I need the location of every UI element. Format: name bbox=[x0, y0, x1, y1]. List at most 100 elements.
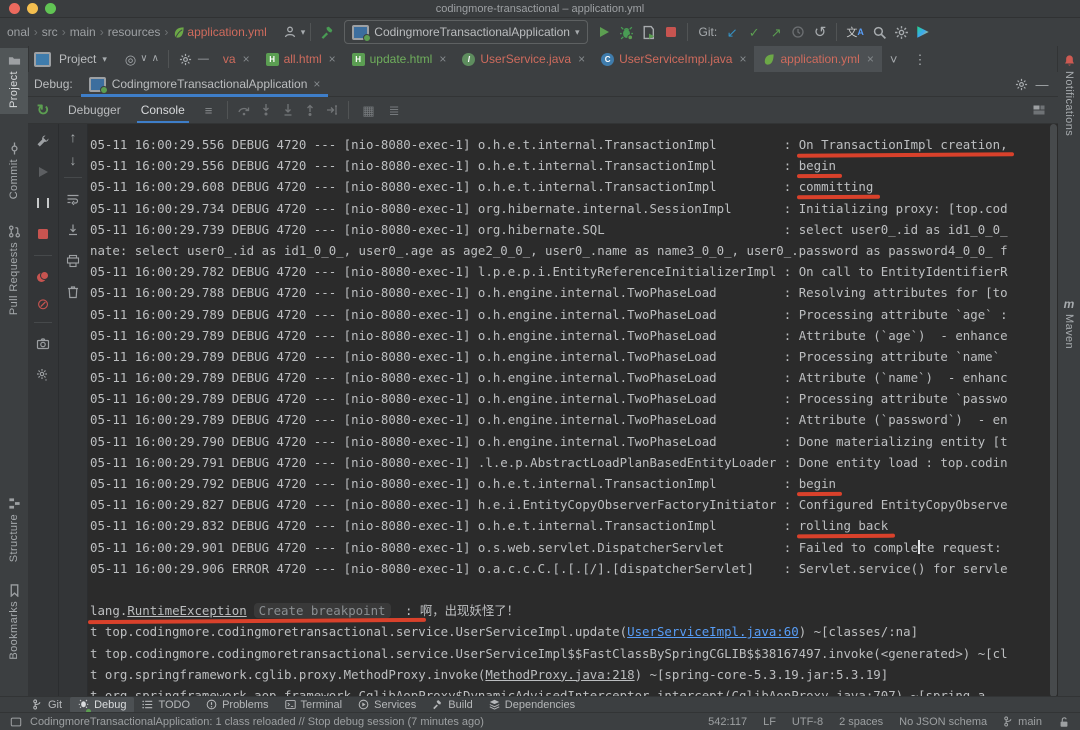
user-icon[interactable] bbox=[279, 21, 301, 43]
rollback-icon[interactable]: ↺ bbox=[809, 25, 831, 40]
close-icon[interactable]: × bbox=[739, 52, 746, 66]
tab-userservice-java[interactable]: I UserService.java × bbox=[454, 46, 593, 72]
file-encoding[interactable]: UTF-8 bbox=[792, 716, 823, 728]
toolbar-tab-problems[interactable]: Problems bbox=[198, 697, 276, 713]
force-step-into-icon[interactable] bbox=[277, 99, 299, 121]
toolbar-tab-debug[interactable]: Debug bbox=[70, 696, 135, 714]
debug-settings-gear-icon[interactable] bbox=[1010, 73, 1032, 95]
rerun-icon[interactable]: ↻ bbox=[37, 103, 50, 118]
close-icon[interactable]: × bbox=[329, 52, 336, 66]
indent-setting[interactable]: 2 spaces bbox=[839, 716, 883, 728]
stack-frame-link[interactable]: MethodProxy.java:218 bbox=[485, 667, 634, 682]
hidden-tabs-chevron[interactable]: ˅ bbox=[882, 46, 906, 72]
view-breakpoints-icon[interactable] bbox=[32, 266, 54, 288]
run-with-coverage-button[interactable] bbox=[638, 21, 660, 43]
project-panel-title[interactable]: Project bbox=[59, 52, 96, 66]
breadcrumb-file[interactable]: application.yml bbox=[187, 25, 266, 39]
git-commit-check-icon[interactable]: ✓ bbox=[743, 26, 765, 39]
breadcrumb-src[interactable]: src bbox=[42, 25, 58, 39]
search-everywhere-icon[interactable] bbox=[868, 21, 890, 43]
hide-panel-icon[interactable]: — bbox=[198, 53, 209, 65]
console-settings-icon[interactable]: ≣ bbox=[389, 104, 400, 117]
resume-program-icon[interactable] bbox=[32, 161, 54, 183]
stripe-tab-pull-requests[interactable]: Pull Requests bbox=[0, 219, 28, 321]
evaluate-expression-icon[interactable]: ▦ bbox=[362, 104, 374, 117]
toolbox-colorful-icon[interactable] bbox=[912, 21, 934, 43]
layout-settings-icon[interactable] bbox=[1028, 99, 1050, 121]
toolbar-tab-terminal[interactable]: Terminal bbox=[277, 697, 351, 713]
close-icon[interactable]: × bbox=[439, 52, 446, 66]
close-icon[interactable]: × bbox=[867, 52, 874, 66]
run-to-cursor-icon[interactable] bbox=[321, 99, 343, 121]
tab-truncated[interactable]: va × bbox=[215, 46, 258, 72]
collapse-all-icon[interactable]: ∧ bbox=[152, 54, 159, 64]
history-clock-icon[interactable] bbox=[787, 21, 809, 43]
tab-debugger[interactable]: Debugger bbox=[58, 97, 131, 123]
console-scrollbar[interactable] bbox=[1050, 124, 1057, 697]
scroll-to-end-icon[interactable] bbox=[62, 219, 84, 241]
tab-application-yml[interactable]: application.yml × bbox=[754, 46, 882, 72]
debugger-gear-dropdown-icon[interactable] bbox=[32, 364, 54, 386]
unlocked-padlock-icon[interactable] bbox=[1058, 716, 1070, 728]
line-ending[interactable]: LF bbox=[763, 716, 776, 728]
run-button[interactable] bbox=[594, 21, 616, 43]
hide-tool-window-icon[interactable]: — bbox=[1032, 78, 1052, 91]
debugger-settings-wrench-icon[interactable] bbox=[32, 130, 54, 152]
up-stack-trace-icon[interactable]: ↑ bbox=[70, 130, 77, 144]
breadcrumb-main[interactable]: main bbox=[70, 25, 96, 39]
soft-wrap-icon[interactable] bbox=[62, 188, 84, 210]
toolbar-tab-build[interactable]: Build bbox=[424, 697, 480, 713]
chevron-down-icon[interactable]: ▾ bbox=[301, 27, 306, 37]
stripe-tab-bookmarks[interactable]: Bookmarks bbox=[0, 578, 28, 666]
mute-breakpoints-icon[interactable]: ⊘ bbox=[37, 297, 50, 312]
tab-update-html[interactable]: H update.html × bbox=[344, 46, 455, 72]
stop-button[interactable] bbox=[660, 21, 682, 43]
panel-settings-gear-icon[interactable] bbox=[178, 51, 194, 67]
caret-position[interactable]: 542:117 bbox=[708, 716, 747, 728]
exception-class-link[interactable]: RuntimeException bbox=[127, 603, 246, 618]
build-hammer-icon[interactable] bbox=[316, 21, 338, 43]
toolbar-tab-todo[interactable]: TODO bbox=[134, 697, 198, 713]
create-breakpoint-button[interactable]: Create breakpoint bbox=[253, 603, 391, 619]
stripe-tab-commit[interactable]: Commit bbox=[0, 136, 28, 205]
tab-options-kebab[interactable]: ⋮ bbox=[905, 46, 934, 72]
pause-program-icon[interactable] bbox=[32, 192, 54, 214]
step-out-icon[interactable] bbox=[299, 99, 321, 121]
clear-console-trash-icon[interactable] bbox=[62, 281, 84, 303]
print-console-icon[interactable] bbox=[62, 250, 84, 272]
stack-frame-link[interactable]: UserServiceImpl.java:60 bbox=[627, 624, 799, 639]
close-icon[interactable]: × bbox=[313, 77, 320, 91]
stripe-tab-maven[interactable]: m Maven bbox=[1058, 292, 1080, 355]
locate-file-icon[interactable]: ◎ bbox=[125, 53, 136, 66]
tab-userserviceimpl-java[interactable]: C UserServiceImpl.java × bbox=[593, 46, 754, 72]
close-icon[interactable]: × bbox=[578, 52, 585, 66]
debug-button[interactable] bbox=[616, 21, 638, 43]
status-message[interactable]: CodingmoreTransactionalApplication: 1 cl… bbox=[30, 716, 484, 728]
console-output[interactable]: 05-11 16:00:29.556 DEBUG 4720 --- [nio-8… bbox=[88, 124, 1058, 697]
breadcrumb-project[interactable]: onal bbox=[7, 25, 30, 39]
stripe-tab-project[interactable]: Project bbox=[0, 48, 28, 115]
stripe-tab-structure[interactable]: Structure bbox=[0, 491, 28, 568]
toolbar-tab-git[interactable]: Git bbox=[24, 697, 70, 713]
step-over-icon[interactable] bbox=[233, 99, 255, 121]
tab-all-html[interactable]: H all.html × bbox=[258, 46, 344, 72]
translate-icon[interactable]: 文A bbox=[842, 21, 868, 43]
down-stack-trace-icon[interactable]: ↓ bbox=[70, 153, 77, 167]
git-branch-widget[interactable]: main bbox=[1003, 716, 1042, 728]
thread-dump-camera-icon[interactable] bbox=[32, 333, 54, 355]
breadcrumb-resources[interactable]: resources bbox=[108, 25, 161, 39]
tab-console[interactable]: Console bbox=[131, 97, 195, 123]
stop-process-icon[interactable] bbox=[32, 223, 54, 245]
run-configuration-select[interactable]: CodingmoreTransactionalApplication ▾ bbox=[344, 20, 588, 44]
schema-setting[interactable]: No JSON schema bbox=[899, 716, 987, 728]
debug-session-tab[interactable]: CodingmoreTransactionalApplication × bbox=[80, 72, 329, 97]
toolbar-tab-services[interactable]: Services bbox=[350, 697, 424, 713]
stripe-tab-notifications[interactable]: Notifications bbox=[1058, 48, 1080, 142]
git-push-icon[interactable]: ↗ bbox=[765, 26, 787, 39]
git-update-icon[interactable]: ↙ bbox=[721, 26, 743, 39]
settings-gear-icon[interactable] bbox=[890, 21, 912, 43]
output-options-icon[interactable]: ≡ bbox=[205, 104, 213, 117]
close-icon[interactable]: × bbox=[243, 52, 250, 66]
expand-all-icon[interactable]: ∨ bbox=[140, 54, 147, 64]
step-into-icon[interactable] bbox=[255, 99, 277, 121]
